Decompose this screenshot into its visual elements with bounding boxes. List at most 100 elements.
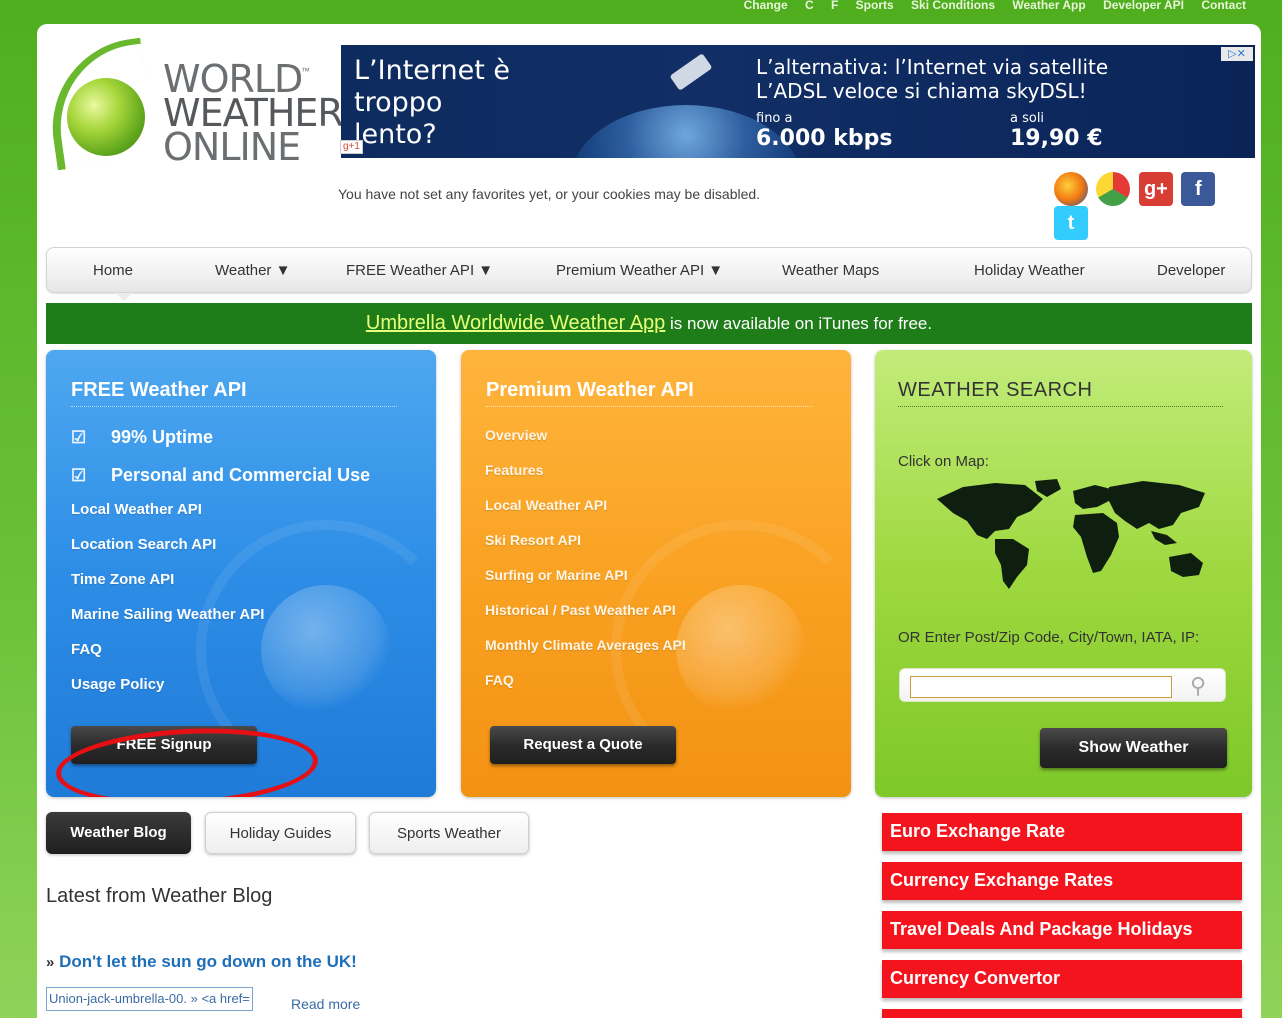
ad-close-icon[interactable]: ▷✕ bbox=[1221, 47, 1253, 61]
logo-globe-icon bbox=[67, 78, 145, 156]
australia-shape bbox=[1169, 553, 1203, 577]
ad-tagline-line: L’ADSL veloce si chiama skyDSL! bbox=[756, 79, 1087, 103]
tab-weather-blog[interactable]: Weather Blog bbox=[46, 812, 191, 854]
blog-post-title: » Don't let the sun go down on the UK! bbox=[46, 952, 357, 972]
twitter-icon[interactable]: t bbox=[1054, 206, 1088, 240]
divider bbox=[898, 406, 1223, 407]
free-weather-api-panel: FREE Weather API ☑ 99% Uptime ☑ Personal a… bbox=[46, 350, 436, 797]
google-plus-one-button[interactable]: g+1 bbox=[340, 140, 363, 154]
nav-weather-maps[interactable]: Weather Maps bbox=[782, 262, 879, 279]
nav-holiday-weather[interactable]: Holiday Weather bbox=[974, 262, 1085, 279]
blog-post-link[interactable]: Don't let the sun go down on the UK! bbox=[59, 952, 357, 971]
link-surfing-marine-api[interactable]: Surfing or Marine API bbox=[485, 567, 628, 583]
tab-sports-weather[interactable]: Sports Weather bbox=[369, 812, 529, 854]
ad-tagline: L’alternativa: l’Internet via satellite … bbox=[756, 55, 1108, 103]
checkbox-icon: ☑ bbox=[71, 428, 87, 447]
ad-tagline-line: L’alternativa: l’Internet via satellite bbox=[756, 55, 1109, 79]
firefox-icon[interactable] bbox=[1054, 172, 1088, 206]
top-link[interactable]: F bbox=[831, 0, 838, 12]
banner-text: is now available on iTunes for free. bbox=[665, 314, 933, 333]
map-label: Click on Map: bbox=[898, 453, 989, 470]
browser-social-icons: g+ f t bbox=[1054, 172, 1261, 240]
currency-convertor-link[interactable]: Currency Convertor bbox=[882, 960, 1242, 998]
location-search-input[interactable] bbox=[910, 676, 1172, 698]
nav-premium-weather-api[interactable]: Premium Weather API ▼ bbox=[556, 262, 723, 279]
feature-label: Personal and Commercial Use bbox=[111, 465, 371, 485]
link-monthly-climate-api[interactable]: Monthly Climate Averages API bbox=[485, 637, 686, 653]
red-link-partial[interactable] bbox=[882, 1009, 1242, 1018]
bullet-icon: » bbox=[46, 954, 55, 971]
nav-weather[interactable]: Weather ▼ bbox=[215, 262, 290, 279]
request-quote-button[interactable]: Request a Quote bbox=[490, 726, 676, 764]
ad-headline-line: troppo bbox=[354, 87, 443, 118]
link-historical-weather-api[interactable]: Historical / Past Weather API bbox=[485, 602, 676, 618]
tab-holiday-guides[interactable]: Holiday Guides bbox=[205, 812, 356, 854]
top-link[interactable]: Sports bbox=[856, 0, 894, 12]
link-ski-resort-api[interactable]: Ski Resort API bbox=[485, 532, 581, 548]
currency-exchange-rates-link[interactable]: Currency Exchange Rates bbox=[882, 862, 1242, 900]
blog-heading: Latest from Weather Blog bbox=[46, 885, 273, 907]
facebook-icon[interactable]: f bbox=[1181, 172, 1216, 206]
blog-post-image[interactable]: Union-jack-umbrella-00. » <a href= bbox=[46, 987, 253, 1011]
main-navigation: Home Weather ▼ FREE Weather API ▼ Premiu… bbox=[46, 247, 1252, 301]
ad-satellite-icon bbox=[669, 53, 713, 91]
link-premium-faq[interactable]: FAQ bbox=[485, 672, 514, 688]
chrome-icon[interactable] bbox=[1096, 172, 1131, 206]
google-plus-icon[interactable]: g+ bbox=[1138, 172, 1173, 206]
read-more-link[interactable]: Read more bbox=[291, 996, 360, 1012]
travel-deals-link[interactable]: Travel Deals And Package Holidays bbox=[882, 911, 1242, 949]
divider bbox=[71, 406, 397, 407]
world-map[interactable] bbox=[933, 477, 1213, 592]
panel-globe-decoration bbox=[676, 585, 806, 715]
link-marine-sailing-api[interactable]: Marine Sailing Weather API bbox=[71, 606, 264, 623]
weather-search-title: WEATHER SEARCH bbox=[898, 379, 1093, 401]
link-time-zone-api[interactable]: Time Zone API bbox=[71, 571, 174, 588]
top-link[interactable]: Ski Conditions bbox=[911, 0, 995, 12]
ad-headline: L’Internet è troppo lento? bbox=[354, 55, 510, 151]
nav-free-weather-api[interactable]: FREE Weather API ▼ bbox=[346, 262, 493, 279]
ad-headline-line: lento? bbox=[354, 119, 437, 150]
top-link[interactable]: Change bbox=[744, 0, 788, 12]
southeast-asia-shape bbox=[1151, 531, 1177, 545]
search-instructions: OR Enter Post/Zip Code, City/Town, IATA,… bbox=[898, 629, 1200, 646]
africa-shape bbox=[1073, 513, 1119, 573]
feature-uptime: ☑ 99% Uptime bbox=[71, 427, 213, 448]
nav-developer[interactable]: Developer bbox=[1157, 262, 1225, 279]
top-link[interactable]: Contact bbox=[1201, 0, 1246, 12]
favorites-message: You have not set any favorites yet, or y… bbox=[338, 186, 761, 202]
ad-price-value: 19,90 € bbox=[1010, 126, 1103, 151]
umbrella-app-link[interactable]: Umbrella Worldwide Weather App bbox=[366, 312, 665, 334]
ad-price-caption: a soli bbox=[1010, 111, 1045, 126]
link-location-search-api[interactable]: Location Search API bbox=[71, 536, 216, 553]
weather-search-panel: WEATHER SEARCH Click on Map: OR Enter Po… bbox=[875, 350, 1252, 797]
euro-exchange-rate-link[interactable]: Euro Exchange Rate bbox=[882, 813, 1242, 851]
page-container: WORLD WEATHER ONLINE ™ L’Internet è trop… bbox=[37, 24, 1261, 1018]
top-link[interactable]: Weather App bbox=[1012, 0, 1085, 12]
advertisement-banner[interactable]: L’Internet è troppo lento? L’alternativa… bbox=[341, 45, 1255, 158]
logo-trademark: ™ bbox=[301, 66, 310, 76]
app-announcement-banner: Umbrella Worldwide Weather App is now av… bbox=[46, 303, 1252, 344]
top-link[interactable]: Developer API bbox=[1103, 0, 1184, 12]
north-america-shape bbox=[937, 483, 1043, 539]
site-logo[interactable]: WORLD WEATHER ONLINE ™ bbox=[41, 37, 344, 171]
link-local-weather-api[interactable]: Local Weather API bbox=[71, 501, 202, 518]
link-faq[interactable]: FAQ bbox=[71, 641, 102, 658]
search-icon[interactable]: ⚲ bbox=[1190, 673, 1216, 699]
link-usage-policy[interactable]: Usage Policy bbox=[71, 676, 164, 693]
show-weather-button[interactable]: Show Weather bbox=[1040, 728, 1227, 768]
divider bbox=[486, 406, 812, 407]
south-america-shape bbox=[995, 539, 1029, 589]
nav-home[interactable]: Home bbox=[93, 262, 133, 279]
top-link[interactable]: C bbox=[805, 0, 814, 12]
ad-price-speed: fino a 6.000 kbps bbox=[756, 111, 892, 151]
ad-price-cost: a soli 19,90 € bbox=[1010, 111, 1103, 151]
panel-globe-decoration bbox=[261, 585, 391, 715]
link-premium-local-weather-api[interactable]: Local Weather API bbox=[485, 497, 607, 513]
feature-label: 99% Uptime bbox=[111, 427, 214, 447]
link-features[interactable]: Features bbox=[485, 462, 543, 478]
link-overview[interactable]: Overview bbox=[485, 427, 547, 443]
premium-api-title: Premium Weather API bbox=[486, 379, 694, 401]
logo-text: WORLD WEATHER ONLINE bbox=[163, 60, 344, 166]
checkbox-icon: ☑ bbox=[71, 466, 87, 485]
ad-headline-line: L’Internet è bbox=[354, 55, 511, 86]
